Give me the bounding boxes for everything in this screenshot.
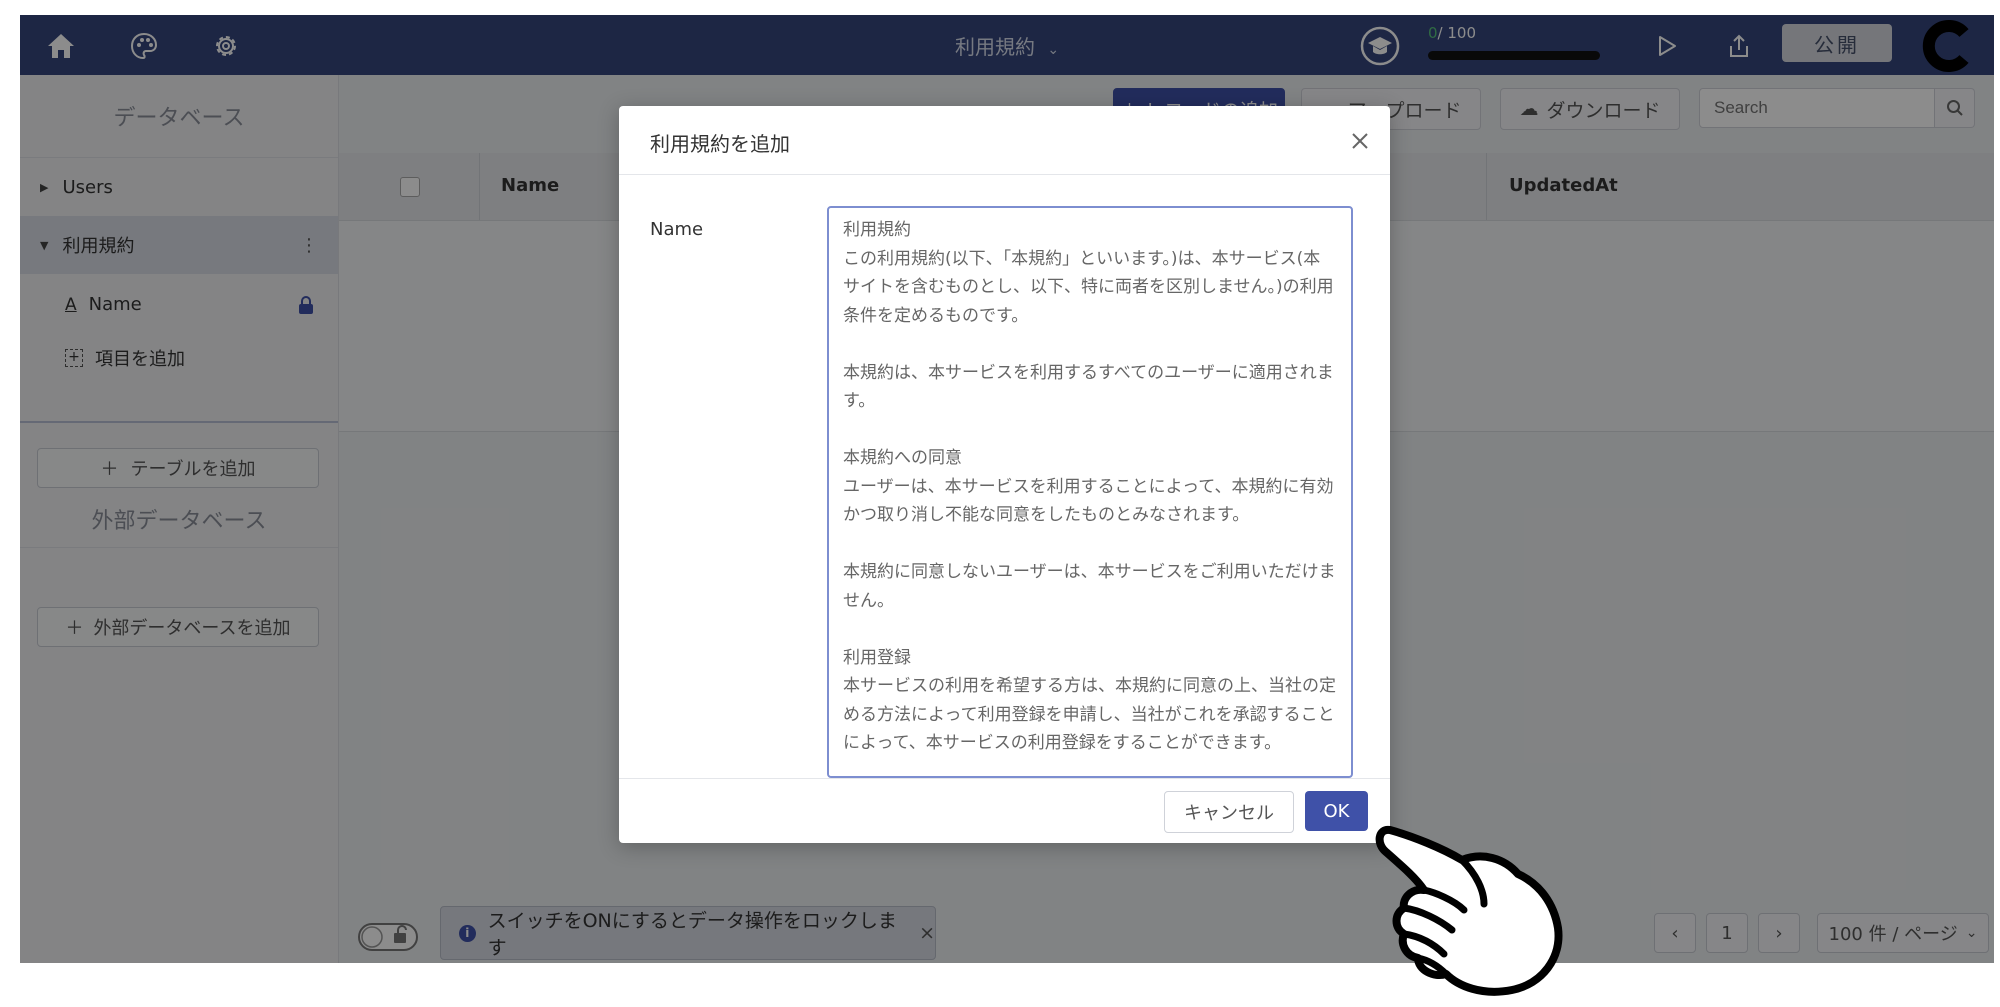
app-window: 利用規約 ⌄ 0/ 100 公開 データベース ▶ Users ▼ 利用規約 ⋮… xyxy=(20,15,1994,963)
pointing-hand-icon xyxy=(1375,825,1563,996)
name-textarea[interactable]: 利用規約 この利用規約(以下、「本規約」といいます。)は、本サービス(本サイトを… xyxy=(827,206,1353,778)
dialog-footer: キャンセル OK xyxy=(619,778,1390,844)
close-icon[interactable] xyxy=(1347,128,1373,154)
dialog-title: 利用規約を追加 xyxy=(650,132,790,156)
cancel-button[interactable]: キャンセル xyxy=(1164,791,1294,833)
dialog-header: 利用規約を追加 xyxy=(619,106,1390,175)
ok-button[interactable]: OK xyxy=(1305,791,1368,831)
name-field-label: Name xyxy=(650,219,704,240)
add-terms-dialog: 利用規約を追加 Name 利用規約 この利用規約(以下、「本規約」といいます。)… xyxy=(619,106,1390,843)
